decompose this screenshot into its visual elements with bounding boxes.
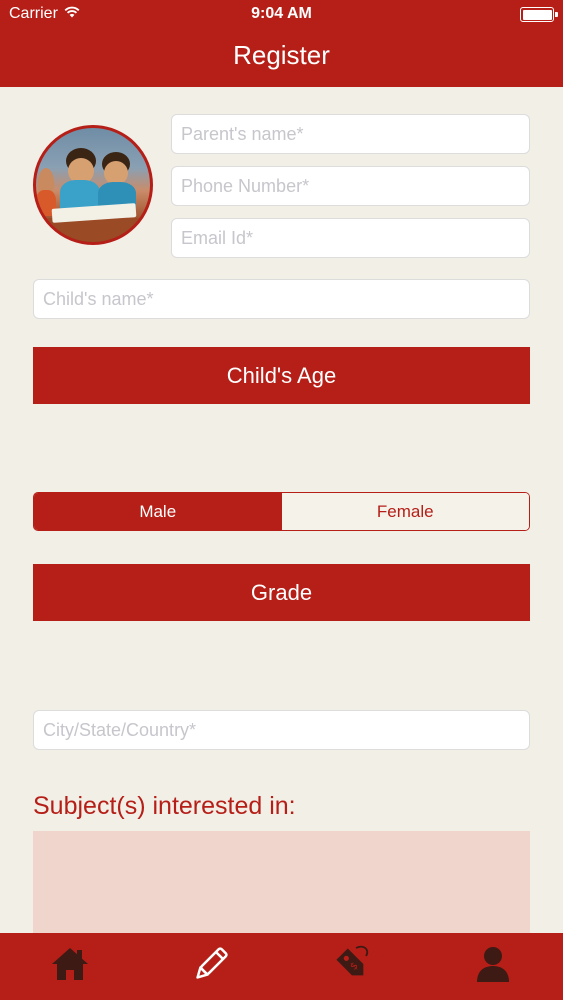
subjects-list[interactable]	[33, 831, 530, 936]
grade-label: Grade	[250, 579, 313, 605]
child-age-button[interactable]: Child's Age	[33, 347, 530, 404]
city-state-country-input[interactable]	[33, 710, 530, 750]
tab-offers[interactable]: $	[282, 933, 423, 1000]
gender-option-female[interactable]: Female	[281, 493, 529, 530]
email-input[interactable]	[171, 218, 530, 258]
subjects-heading: Subject(s) interested in:	[33, 792, 296, 820]
gender-option-female-label: Female	[376, 501, 434, 521]
status-bar: Carrier 9:04 AM	[0, 0, 563, 30]
tab-profile[interactable]	[422, 933, 563, 1000]
parent-name-input[interactable]	[171, 114, 530, 154]
phone-number-input[interactable]	[171, 166, 530, 206]
child-name-input[interactable]	[33, 279, 530, 319]
tab-register[interactable]	[141, 933, 282, 1000]
header-bar: Carrier 9:04 AM Register	[0, 0, 563, 87]
user-icon	[471, 942, 515, 991]
tab-home[interactable]	[0, 933, 141, 1000]
gender-option-male[interactable]: Male	[34, 493, 282, 530]
pencil-icon	[189, 942, 233, 991]
home-icon	[48, 942, 92, 991]
battery-icon	[520, 7, 558, 22]
grade-button[interactable]: Grade	[33, 564, 530, 621]
tab-bar: $	[0, 933, 563, 1000]
child-photo-avatar[interactable]	[33, 125, 153, 245]
status-time: 9:04 AM	[251, 5, 312, 22]
gender-option-male-label: Male	[139, 501, 177, 521]
page-title: Register	[233, 40, 330, 70]
price-tag-icon: $	[330, 942, 374, 991]
child-age-label: Child's Age	[226, 362, 337, 388]
gender-segmented-control[interactable]: Male Female	[33, 492, 530, 531]
